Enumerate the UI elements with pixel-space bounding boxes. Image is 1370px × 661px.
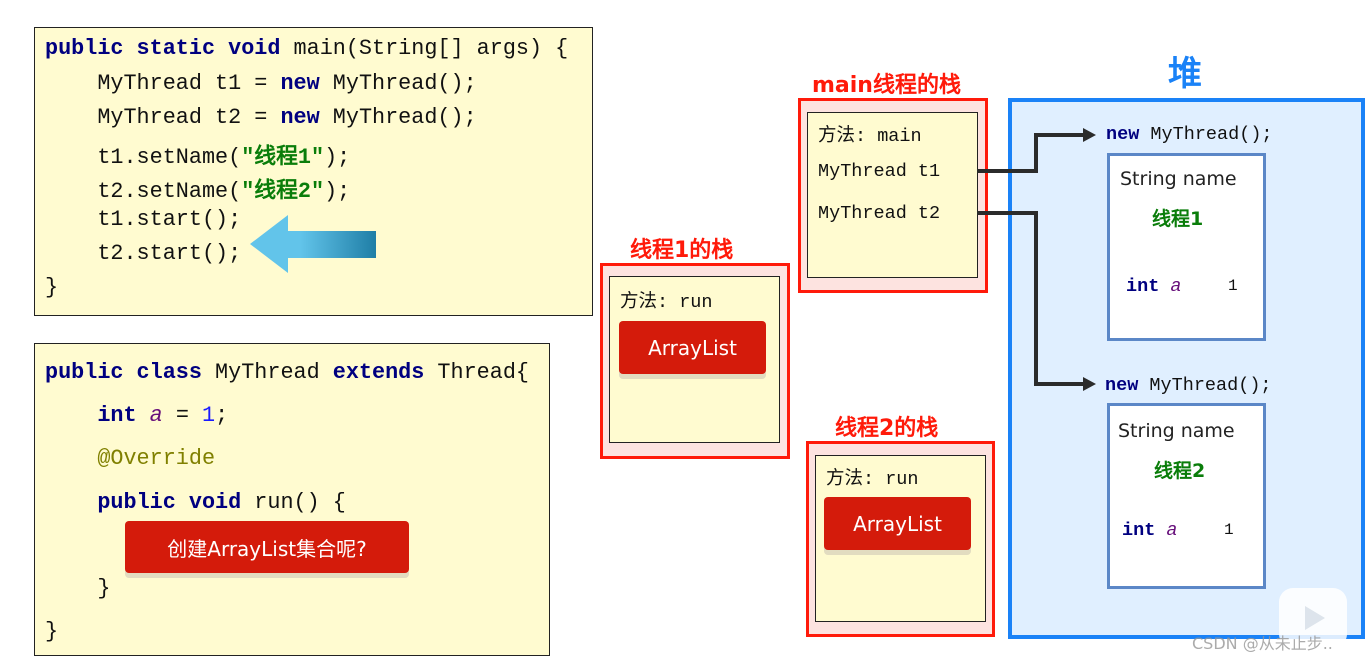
t1-arrowhead: [1083, 128, 1096, 142]
t2-reference-arrow: [977, 211, 1084, 386]
watermark: CSDN @从未止步..: [1192, 634, 1333, 653]
t1-reference-arrow: [977, 133, 1084, 173]
t2-arrowhead: [1083, 377, 1096, 391]
reference-arrows: [977, 128, 1096, 391]
